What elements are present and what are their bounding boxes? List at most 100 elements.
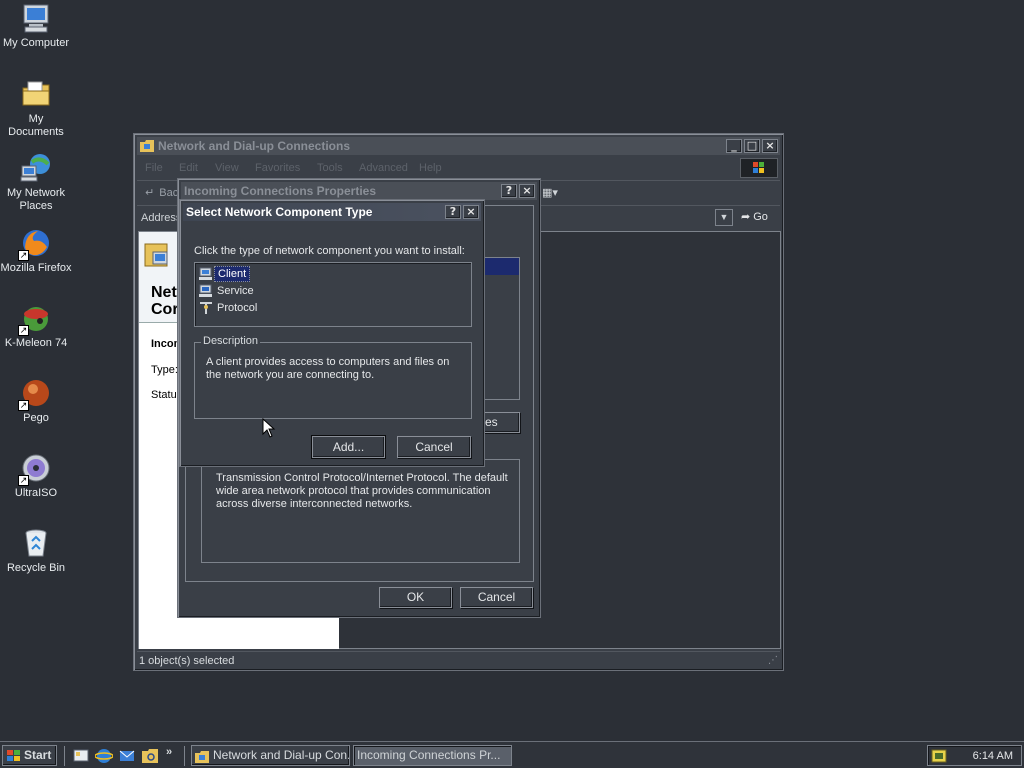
address-dropdown-button[interactable]: ▼ (715, 209, 733, 226)
go-button[interactable]: ➦ Go (741, 208, 777, 227)
start-button[interactable]: Start (2, 745, 57, 766)
show-desktop-icon[interactable] (72, 747, 90, 765)
instruction-text: Click the type of network component you … (194, 245, 465, 257)
recycle-bin-icon (20, 527, 52, 559)
desktop-icon-recycle-bin[interactable]: Recycle Bin (0, 527, 72, 575)
network-places-icon (20, 152, 52, 184)
network-folder-icon (140, 140, 154, 152)
menu-favorites[interactable]: Favorites (255, 162, 317, 174)
desktop-icon-ultraiso[interactable]: ↗ UltraISO (0, 452, 72, 500)
desktop-icon-label: Pego (23, 412, 49, 424)
properties-button[interactable]: es (482, 412, 520, 433)
mouse-cursor-icon (262, 417, 276, 438)
add-button[interactable]: Add... (311, 435, 386, 459)
desktop-icon-label: Mozilla Firefox (0, 262, 72, 274)
minimize-button[interactable]: _ (726, 139, 742, 153)
desktop-icon-label: My Network Places (6, 187, 66, 212)
menu-file[interactable]: File (145, 162, 179, 174)
select-network-component-dialog: Select Network Component Type ? × Click … (179, 199, 485, 467)
help-button[interactable]: ? (445, 205, 461, 219)
desktop-icon-k-meleon[interactable]: ↗ K-Meleon 74 (0, 302, 72, 350)
list-item-service[interactable]: Service (198, 283, 257, 299)
dialog-title: Select Network Component Type (186, 205, 373, 219)
list-item-label: Client (214, 266, 251, 282)
quick-launch-overflow-icon[interactable]: » (166, 746, 172, 758)
menu-tools[interactable]: Tools (317, 162, 359, 174)
chevron-down-icon: ▼ (719, 212, 729, 222)
panel-type-label: Type: (151, 364, 178, 376)
window-titlebar[interactable]: Network and Dial-up Connections _ □ × (137, 137, 780, 155)
list-item-protocol[interactable]: Protocol (198, 300, 260, 316)
k-meleon-icon: ↗ (18, 302, 52, 336)
network-connection-icon (144, 243, 168, 267)
menu-advanced[interactable]: Advanced (359, 162, 419, 174)
explorer-search-icon[interactable] (141, 747, 159, 765)
help-button[interactable]: ? (501, 184, 517, 198)
pego-icon: ↗ (18, 377, 52, 411)
description-groupbox-title: Description (201, 335, 261, 347)
list-item-label: Protocol (217, 302, 258, 314)
task-incoming-connections[interactable]: Incoming Connections Pr... (353, 745, 512, 766)
shortcut-arrow-icon: ↗ (18, 475, 29, 486)
menu-help[interactable]: Help (419, 162, 459, 174)
status-text: 1 object(s) selected (139, 655, 235, 667)
resize-grip-icon[interactable]: ⋰ (768, 655, 778, 666)
list-item-client[interactable]: Client (198, 266, 251, 282)
menu-bar: File Edit View Favorites Tools Advanced … (137, 158, 780, 178)
cancel-button[interactable]: Cancel (460, 587, 533, 608)
taskbar: Start » Network and Dial-up Con... Incom… (0, 741, 1024, 768)
desktop-icon-pego[interactable]: ↗ Pego (0, 377, 72, 425)
panel-heading: Net Cor (151, 284, 179, 318)
disc-icon: ↗ (18, 452, 52, 486)
cancel-button[interactable]: Cancel (397, 436, 471, 458)
service-icon (198, 284, 214, 298)
protocol-icon (198, 301, 214, 315)
network-folder-icon (195, 750, 209, 763)
desktop-icon-label: My Computer (2, 37, 70, 49)
menu-edit[interactable]: Edit (179, 162, 215, 174)
maximize-button[interactable]: □ (744, 139, 760, 153)
views-icon: ▦▾ (542, 187, 558, 199)
description-groupbox: Transmission Control Protocol/Internet P… (201, 459, 520, 563)
desktop-icon-label: Recycle Bin (6, 562, 66, 574)
desktop-icon-mozilla-firefox[interactable]: ↗ Mozilla Firefox (0, 227, 72, 275)
desktop-icon-label: My Documents (8, 113, 64, 138)
menu-view[interactable]: View (215, 162, 255, 174)
desktop-icon-my-computer[interactable]: My Computer (0, 2, 72, 50)
tray-app-icon[interactable] (931, 748, 947, 764)
taskbar-separator (184, 746, 185, 766)
list-item-label: Service (217, 285, 254, 297)
shortcut-arrow-icon: ↗ (18, 325, 29, 336)
task-network-connections[interactable]: Network and Dial-up Con... (191, 745, 350, 766)
windows-flag-icon (6, 749, 22, 763)
shortcut-arrow-icon: ↗ (18, 400, 29, 411)
close-button[interactable]: × (463, 205, 479, 219)
desktop-icon-my-documents[interactable]: My Documents (0, 78, 72, 139)
window-title: Incoming Connections Properties (184, 184, 377, 198)
description-text: A client provides access to computers an… (206, 356, 450, 381)
address-label: Address (141, 212, 182, 224)
ok-button[interactable]: OK (379, 587, 452, 608)
status-bar: 1 object(s) selected ⋰ (137, 651, 780, 669)
shortcut-arrow-icon: ↗ (18, 250, 29, 261)
internet-explorer-icon[interactable] (94, 747, 114, 765)
description-groupbox: Description A client provides access to … (194, 335, 472, 419)
dialog-titlebar[interactable]: Select Network Component Type ? × (183, 203, 481, 221)
component-description: Transmission Control Protocol/Internet P… (216, 472, 508, 510)
desktop-icon-my-network-places[interactable]: My Network Places (0, 152, 72, 213)
components-list-edge (483, 257, 520, 400)
window-titlebar[interactable]: Incoming Connections Properties ? × (181, 182, 537, 200)
system-tray: 6:14 AM (927, 745, 1022, 766)
close-button[interactable]: × (762, 139, 778, 153)
outlook-express-icon[interactable] (118, 747, 136, 765)
folder-icon (20, 78, 52, 110)
clock[interactable]: 6:14 AM (973, 750, 1013, 762)
views-button[interactable]: ▦▾ (542, 186, 558, 199)
desktop-icon-label: UltraISO (14, 487, 58, 499)
go-arrow-icon: ➦ (741, 211, 751, 223)
client-icon (198, 267, 214, 281)
back-arrow-icon: ↵ (145, 187, 155, 199)
taskbar-separator (64, 746, 65, 766)
close-button[interactable]: × (519, 184, 535, 198)
component-type-list[interactable]: Client Service Protocol (194, 262, 472, 327)
